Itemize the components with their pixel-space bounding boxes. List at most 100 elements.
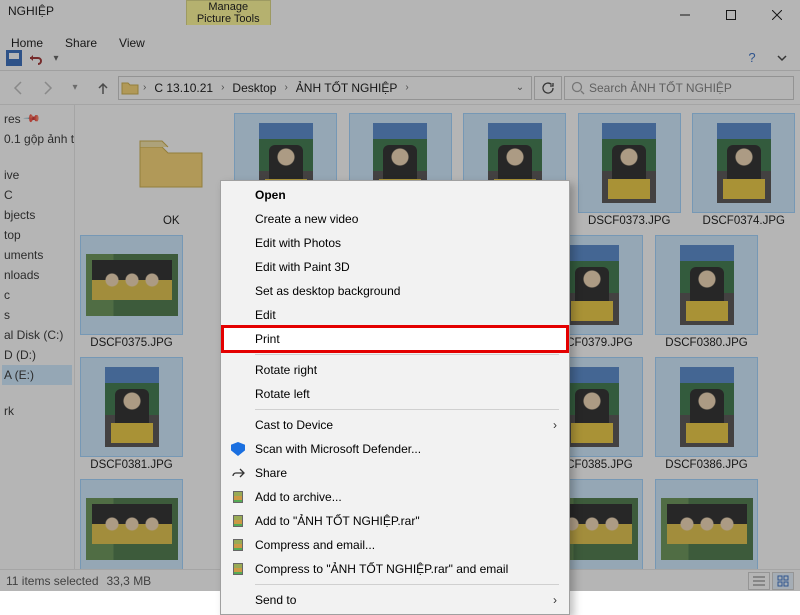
- address-dropdown-icon[interactable]: ⌄: [511, 82, 529, 93]
- thumb-preview: [655, 479, 758, 569]
- menu-item[interactable]: Compress and email...: [223, 533, 567, 557]
- sidebar-item[interactable]: D (D:): [2, 345, 72, 365]
- close-button[interactable]: [754, 0, 800, 30]
- menu-item-label: Edit: [255, 308, 276, 322]
- thumb-item[interactable]: DSCF0374.JPG: [692, 113, 797, 227]
- search-input[interactable]: [589, 81, 787, 95]
- thumb-item[interactable]: OK: [119, 113, 224, 227]
- qat-dropdown-icon[interactable]: ▾: [48, 53, 64, 63]
- menu-item[interactable]: Cast to Device›: [223, 413, 567, 437]
- menu-item[interactable]: Rotate left: [223, 382, 567, 406]
- image-thumbnail: [86, 254, 178, 316]
- nav-recent-button[interactable]: ▾: [62, 75, 88, 101]
- sidebar-item[interactable]: rk: [2, 401, 72, 421]
- status-size: 33,3 MB: [107, 574, 152, 588]
- sidebar-item-label: ive: [4, 165, 19, 185]
- menu-item[interactable]: Open: [223, 183, 567, 207]
- ribbon-collapse-button[interactable]: [770, 48, 794, 68]
- image-thumbnail: [717, 123, 771, 203]
- view-details-button[interactable]: [748, 572, 770, 590]
- breadcrumb[interactable]: Desktop: [228, 81, 280, 95]
- menu-item[interactable]: Edit with Paint 3D: [223, 255, 567, 279]
- nav-forward-button[interactable]: [34, 75, 60, 101]
- properties-icon[interactable]: [6, 50, 22, 66]
- thumb-preview: [655, 357, 758, 457]
- sidebar-item[interactable]: A (E:): [2, 365, 72, 385]
- thumb-preview: [80, 357, 183, 457]
- thumb-item[interactable]: [654, 479, 759, 569]
- chevron-right-icon: ›: [219, 82, 226, 93]
- minimize-button[interactable]: [662, 0, 708, 30]
- thumb-preview: [80, 479, 183, 569]
- refresh-button[interactable]: [534, 76, 562, 100]
- menu-item-label: Compress to "ẢNH TỐT NGHIỆP.rar" and ema…: [255, 562, 508, 576]
- thumb-preview: [578, 113, 681, 213]
- sidebar-item[interactable]: al Disk (C:): [2, 325, 72, 345]
- menu-item-label: Cast to Device: [255, 418, 333, 432]
- shield-icon: [229, 440, 247, 458]
- chevron-right-icon: ›: [141, 82, 148, 93]
- thumb-item[interactable]: DSCF0381.JPG: [79, 357, 184, 471]
- menu-item[interactable]: Edit with Photos: [223, 231, 567, 255]
- thumb-label: DSCF0386.JPG: [665, 459, 747, 471]
- menu-item-label: Scan with Microsoft Defender...: [255, 442, 421, 456]
- nav-up-button[interactable]: [90, 75, 116, 101]
- menu-item[interactable]: Add to "ẢNH TỐT NGHIỆP.rar": [223, 509, 567, 533]
- thumb-item[interactable]: DSCF0386.JPG: [654, 357, 759, 471]
- thumb-preview: [80, 235, 183, 335]
- sidebar-item[interactable]: s: [2, 305, 72, 325]
- menu-item[interactable]: Compress to "ẢNH TỐT NGHIỆP.rar" and ema…: [223, 557, 567, 581]
- menu-item[interactable]: Add to archive...: [223, 485, 567, 509]
- sidebar-item[interactable]: bjects: [2, 205, 72, 225]
- sidebar-item[interactable]: ive: [2, 165, 72, 185]
- sidebar-item-label: A (E:): [4, 365, 34, 385]
- sidebar-item[interactable]: 0.1 gộp ảnh thàn: [2, 129, 72, 149]
- sidebar-item-label: res: [4, 109, 21, 129]
- menu-item[interactable]: Set as desktop background: [223, 279, 567, 303]
- search-icon: [571, 81, 585, 95]
- menu-item[interactable]: Edit: [223, 303, 567, 327]
- nav-back-button[interactable]: [6, 75, 32, 101]
- sidebar-item[interactable]: nloads: [2, 265, 72, 285]
- sidebar[interactable]: res📌0.1 gộp ảnh thàn iveCbjectstopumentsn…: [0, 105, 75, 569]
- chevron-right-icon: ›: [403, 82, 410, 93]
- thumb-item[interactable]: DSCF0380.JPG: [654, 235, 759, 349]
- help-button[interactable]: ?: [738, 48, 766, 68]
- sidebar-item[interactable]: uments: [2, 245, 72, 265]
- tab-picture-tools[interactable]: Manage Picture Tools: [186, 0, 271, 25]
- nav-bar: ▾ › C 13.10.21 › Desktop › ẢNH TỐT NGHIỆ…: [0, 71, 800, 105]
- menu-item[interactable]: Create a new video: [223, 207, 567, 231]
- menu-item-label: Create a new video: [255, 212, 358, 226]
- breadcrumb[interactable]: ẢNH TỐT NGHIỆP: [292, 81, 402, 95]
- sidebar-item-label: c: [4, 285, 10, 305]
- search-box[interactable]: [564, 76, 794, 100]
- image-thumbnail: [680, 367, 734, 447]
- sidebar-item[interactable]: c: [2, 285, 72, 305]
- sidebar-item-label: top: [4, 225, 21, 245]
- chevron-right-icon: ›: [543, 593, 557, 607]
- sidebar-item-label: 0.1 gộp ảnh thàn: [4, 129, 75, 149]
- archive-icon: [229, 536, 247, 554]
- menu-item[interactable]: Send to›: [223, 588, 567, 612]
- address-bar[interactable]: › C 13.10.21 › Desktop › ẢNH TỐT NGHIỆP …: [118, 76, 532, 100]
- arrow-up-icon: [95, 80, 111, 96]
- menu-item-label: Edit with Photos: [255, 236, 341, 250]
- sidebar-item-label: nloads: [4, 265, 39, 285]
- menu-item[interactable]: Print: [223, 327, 567, 351]
- archive-icon: [229, 560, 247, 578]
- menu-item[interactable]: Scan with Microsoft Defender...: [223, 437, 567, 461]
- thumb-item[interactable]: DSCF0373.JPG: [577, 113, 682, 227]
- sidebar-item[interactable]: res📌: [2, 109, 72, 129]
- thumb-item[interactable]: DSCF0375.JPG: [79, 235, 184, 349]
- menu-item[interactable]: Share: [223, 461, 567, 485]
- archive-icon: [229, 512, 247, 530]
- menu-item[interactable]: Rotate right: [223, 358, 567, 382]
- new-folder-icon[interactable]: [26, 51, 44, 65]
- breadcrumb[interactable]: C 13.10.21: [150, 81, 217, 95]
- maximize-button[interactable]: [708, 0, 754, 30]
- view-thumbs-button[interactable]: [772, 572, 794, 590]
- status-selected: 11 items selected: [6, 574, 99, 588]
- sidebar-item[interactable]: top: [2, 225, 72, 245]
- thumb-item[interactable]: [79, 479, 184, 569]
- sidebar-item[interactable]: C: [2, 185, 72, 205]
